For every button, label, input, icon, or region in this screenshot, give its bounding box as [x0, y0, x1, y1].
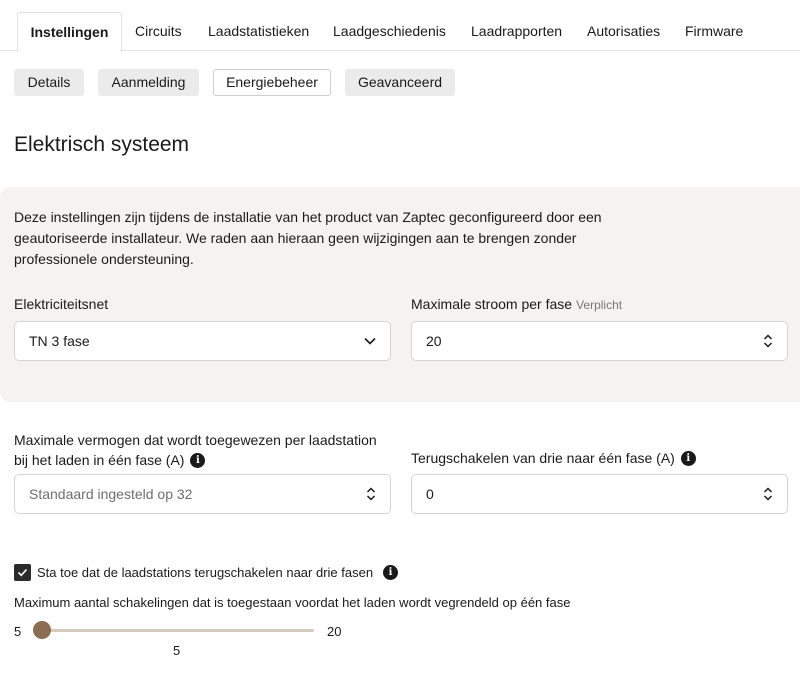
- slider-value: 5: [173, 643, 181, 658]
- stepper-icon[interactable]: [763, 475, 773, 513]
- slider-min-label: 5: [14, 624, 22, 639]
- subtab-geavanceerd[interactable]: Geavanceerd: [345, 69, 455, 96]
- single-phase-placeholder: Standaard ingesteld op 32: [29, 486, 193, 502]
- fallback-label: Terugschakelen van drie naar één fase (A…: [411, 448, 696, 468]
- panel-description: Deze instellingen zijn tijdens de instal…: [14, 209, 602, 267]
- info-icon[interactable]: i: [680, 450, 696, 466]
- stepper-icon[interactable]: [763, 322, 773, 360]
- fallback-value: 0: [426, 486, 434, 502]
- tab-firmware[interactable]: Firmware: [685, 12, 743, 52]
- max-current-label-text: Maximale stroom per fase: [411, 296, 573, 312]
- max-current-label: Maximale stroom per fase Verplicht: [411, 294, 622, 315]
- grid-select[interactable]: TN 3 fase: [14, 321, 391, 361]
- max-current-value: 20: [426, 333, 442, 349]
- tab-circuits[interactable]: Circuits: [135, 12, 182, 52]
- subtab-energiebeheer[interactable]: Energiebeheer: [213, 69, 331, 96]
- info-icon[interactable]: i: [190, 452, 206, 468]
- tab-instellingen[interactable]: Instellingen: [17, 12, 122, 52]
- main-tabs: Instellingen Circuits Laadstatistieken L…: [0, 0, 800, 52]
- max-current-input[interactable]: 20: [411, 321, 788, 361]
- stepper-icon[interactable]: [366, 475, 376, 513]
- slider-thumb[interactable]: [33, 621, 51, 639]
- slider-track[interactable]: [42, 629, 314, 632]
- tab-laadstatistieken[interactable]: Laadstatistieken: [208, 12, 309, 52]
- grid-label: Elektriciteitsnet: [14, 296, 109, 312]
- tab-autorisaties[interactable]: Autorisaties: [587, 12, 660, 52]
- allow-switch-checkbox[interactable]: [14, 564, 31, 581]
- tab-laadrapporten[interactable]: Laadrapporten: [471, 12, 562, 52]
- info-icon[interactable]: i: [383, 565, 399, 581]
- single-phase-input[interactable]: Standaard ingesteld op 32: [14, 474, 391, 514]
- section-title: Elektrisch systeem: [14, 133, 190, 156]
- single-phase-label-line2: bij het laden in één fase (A): [14, 452, 185, 468]
- single-phase-label: Maximale vermogen dat wordt toegewezen p…: [14, 430, 377, 470]
- single-phase-label-line1: Maximale vermogen dat wordt toegewezen p…: [14, 432, 377, 448]
- subtab-aanmelding[interactable]: Aanmelding: [98, 69, 199, 96]
- allow-switch-label-text: Sta toe dat de laadstations terugschakel…: [37, 565, 374, 580]
- fallback-label-text: Terugschakelen van drie naar één fase (A…: [411, 450, 675, 466]
- checkmark-icon: [17, 568, 28, 577]
- switch-limit-label: Maximum aantal schakelingen dat is toege…: [14, 595, 571, 610]
- subtab-details[interactable]: Details: [14, 69, 84, 96]
- allow-switch-label: Sta toe dat de laadstations terugschakel…: [37, 563, 399, 583]
- single-phase-label-line2-row: bij het laden in één fase (A) i: [14, 450, 377, 470]
- fallback-input[interactable]: 0: [411, 474, 788, 514]
- tab-laadgeschiedenis[interactable]: Laadgeschiedenis: [333, 12, 446, 52]
- required-hint: Verplicht: [576, 298, 623, 312]
- chevron-down-icon: [364, 322, 376, 360]
- slider-max-label: 20: [327, 624, 342, 639]
- grid-select-value: TN 3 fase: [29, 333, 90, 349]
